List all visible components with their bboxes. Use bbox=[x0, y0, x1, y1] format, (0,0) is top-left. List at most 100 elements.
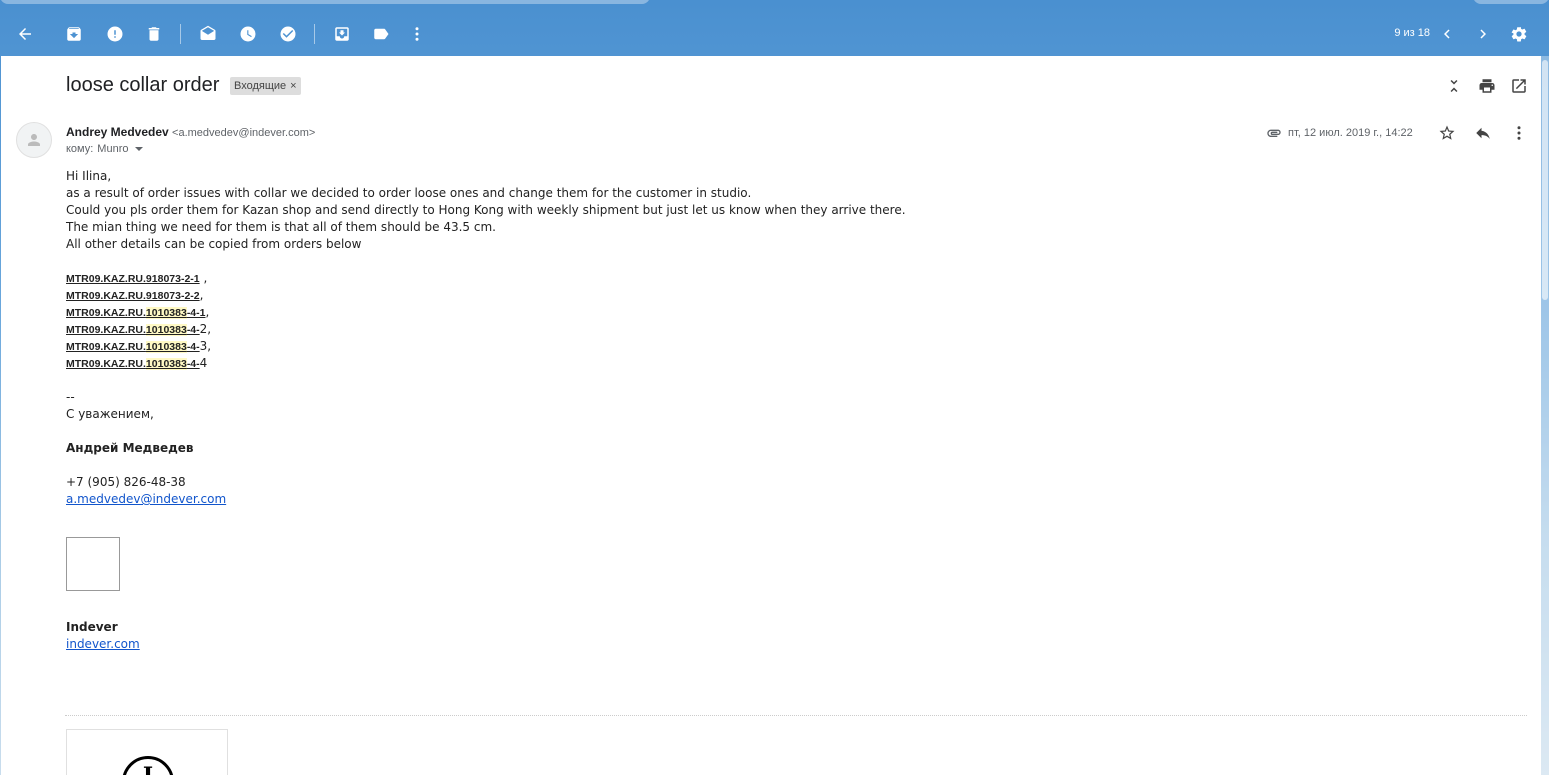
signature-image bbox=[66, 537, 120, 591]
task-add-icon bbox=[280, 26, 296, 42]
order-separator: , bbox=[205, 305, 210, 319]
search-bar-remnant[interactable] bbox=[0, 0, 650, 4]
inbox-label-chip[interactable]: Входящие × bbox=[230, 77, 301, 95]
collapse-all-button[interactable] bbox=[1444, 76, 1464, 96]
order-link[interactable]: MTR09.KAZ.RU.1010383-4-1 bbox=[66, 307, 206, 319]
toolbar-divider bbox=[180, 24, 181, 44]
company-name: Indever bbox=[66, 620, 118, 634]
add-to-tasks-button[interactable] bbox=[276, 22, 300, 46]
reply-icon bbox=[1476, 127, 1490, 139]
sender-avatar bbox=[16, 122, 52, 158]
order-line: MTR09.KAZ.RU.918073-2-2, bbox=[66, 287, 906, 304]
move-to-button[interactable] bbox=[330, 22, 354, 46]
open-in-new-icon bbox=[1512, 79, 1526, 93]
quoted-divider bbox=[65, 715, 1527, 716]
arrow-back-icon bbox=[19, 28, 31, 40]
recipient-line[interactable]: кому: Munro bbox=[66, 143, 144, 155]
order-line: MTR09.KAZ.RU.1010383-4-3, bbox=[66, 338, 906, 355]
clock-icon bbox=[240, 26, 256, 42]
archive-icon bbox=[67, 27, 81, 41]
snooze-button[interactable] bbox=[236, 22, 260, 46]
order-separator: 3, bbox=[199, 339, 212, 353]
message-date-area: пт, 12 июл. 2019 г., 14:22 bbox=[1266, 125, 1413, 141]
message-more-button[interactable] bbox=[1509, 123, 1529, 143]
company-link[interactable]: indever.com bbox=[66, 637, 140, 651]
toolbar-divider bbox=[314, 24, 315, 44]
order-separator: , bbox=[199, 271, 208, 285]
back-button[interactable] bbox=[13, 22, 37, 46]
more-vert-icon bbox=[1517, 126, 1521, 140]
report-spam-button[interactable] bbox=[103, 22, 127, 46]
delete-button[interactable] bbox=[142, 22, 166, 46]
greeting: Hi Ilina, bbox=[66, 169, 112, 183]
attachment-icon bbox=[1267, 129, 1281, 137]
order-separator: 4 bbox=[199, 356, 208, 370]
archive-button[interactable] bbox=[62, 22, 86, 46]
order-separator: , bbox=[199, 288, 204, 302]
label-icon bbox=[374, 28, 389, 40]
order-link[interactable]: MTR09.KAZ.RU.918073-2-2 bbox=[66, 290, 200, 302]
settings-button[interactable] bbox=[1507, 22, 1531, 46]
regards-text: С уважением, bbox=[66, 407, 154, 421]
sender-name[interactable]: Andrey Medvedev bbox=[66, 125, 169, 139]
order-link[interactable]: MTR09.KAZ.RU.1010383-4- bbox=[66, 341, 200, 353]
labels-button[interactable] bbox=[369, 22, 393, 46]
body-line: All other details can be copied from ord… bbox=[66, 237, 362, 251]
body-line: as a result of order issues with collar … bbox=[66, 186, 752, 200]
reply-button[interactable] bbox=[1473, 123, 1493, 143]
logo-emblem: I bbox=[122, 756, 174, 775]
caret-down-icon[interactable] bbox=[135, 147, 144, 151]
order-link[interactable]: MTR09.KAZ.RU.918073-2-1 bbox=[66, 273, 200, 285]
person-icon bbox=[28, 134, 40, 146]
order-link[interactable]: MTR09.KAZ.RU.1010383-4- bbox=[66, 324, 200, 336]
message-date: пт, 12 июл. 2019 г., 14:22 bbox=[1288, 127, 1413, 139]
older-button[interactable] bbox=[1471, 22, 1495, 46]
order-list: MTR09.KAZ.RU.918073-2-1 , MTR09.KAZ.RU.91… bbox=[66, 270, 906, 372]
account-area-remnant[interactable] bbox=[1473, 0, 1549, 4]
message-subject: loose collar order bbox=[66, 74, 220, 96]
chevron-right-icon bbox=[1480, 29, 1486, 39]
order-link[interactable]: MTR09.KAZ.RU.1010383-4- bbox=[66, 358, 200, 370]
star-button[interactable] bbox=[1437, 123, 1457, 143]
star-outline-icon bbox=[1439, 125, 1455, 140]
move-to-inbox-icon bbox=[335, 27, 349, 41]
message-body: Hi Ilina, as a result of order issues wi… bbox=[66, 168, 906, 653]
order-line: MTR09.KAZ.RU.1010383-4-1, bbox=[66, 304, 906, 321]
top-strip bbox=[0, 0, 1549, 10]
print-icon bbox=[1479, 79, 1495, 93]
signature-dash: -- bbox=[66, 390, 75, 404]
order-line: MTR09.KAZ.RU.1010383-4-4 bbox=[66, 355, 906, 372]
body-line: The mian thing we need for them is that … bbox=[66, 220, 496, 234]
print-all-button[interactable] bbox=[1477, 76, 1497, 96]
company-logo: I bbox=[66, 729, 228, 775]
signature-phone: +7 (905) 826-48-38 bbox=[66, 475, 186, 489]
label-chip-text: Входящие bbox=[234, 80, 287, 92]
message-panel: loose collar order Входящие × Andrey Med… bbox=[1, 56, 1541, 775]
mail-open-icon bbox=[200, 25, 216, 40]
scrollbar-thumb[interactable] bbox=[1542, 60, 1548, 300]
signature-email-link[interactable]: a.medvedev@indever.com bbox=[66, 492, 226, 506]
pager-count: 9 из 18 bbox=[1394, 27, 1430, 39]
unfold-less-icon bbox=[1450, 80, 1458, 92]
order-line: MTR09.KAZ.RU.1010383-4-2, bbox=[66, 321, 906, 338]
remove-label-icon[interactable]: × bbox=[290, 80, 296, 92]
recipient-name: Munro bbox=[97, 143, 129, 155]
scrollbar[interactable] bbox=[1541, 56, 1549, 775]
order-separator: 2, bbox=[199, 322, 212, 336]
more-vert-icon bbox=[415, 27, 419, 41]
sender-line: Andrey Medvedev <a.medvedev@indever.com> bbox=[66, 125, 315, 139]
to-prefix: кому: bbox=[66, 143, 94, 155]
trash-icon bbox=[148, 27, 160, 41]
signature-name: Андрей Медведев bbox=[66, 441, 194, 455]
sender-email: <a.medvedev@indever.com> bbox=[172, 127, 316, 139]
more-button[interactable] bbox=[405, 22, 429, 46]
body-line: Could you pls order them for Kazan shop … bbox=[66, 203, 906, 217]
gear-icon bbox=[1511, 26, 1527, 42]
message-toolbar: 9 из 18 bbox=[0, 12, 1549, 56]
open-new-window-button[interactable] bbox=[1509, 76, 1529, 96]
newer-button[interactable] bbox=[1435, 22, 1459, 46]
chevron-left-icon bbox=[1444, 29, 1450, 39]
report-icon bbox=[107, 26, 123, 42]
mark-unread-button[interactable] bbox=[196, 22, 220, 46]
order-line: MTR09.KAZ.RU.918073-2-1 , bbox=[66, 270, 906, 287]
